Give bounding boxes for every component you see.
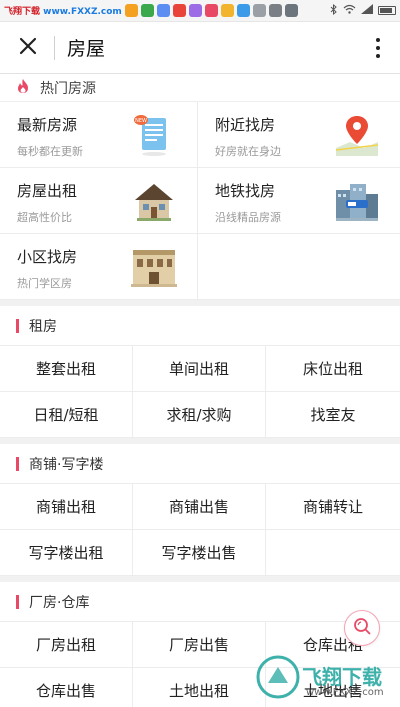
rent-whole[interactable]: 整套出租 [0, 346, 133, 392]
wifi-icon [343, 4, 356, 17]
app-icon [172, 4, 186, 17]
rent-section-title: 租房 [29, 318, 57, 335]
hot-listings-title: 热门房源 [40, 80, 96, 97]
app-icon [204, 4, 218, 17]
rent-grid: 整套出租 单间出租 床位出租 日租/短租 求租/求购 找室友 [0, 346, 400, 438]
accent-bar [16, 456, 19, 471]
flame-icon [16, 78, 30, 98]
subway-icon [332, 178, 382, 224]
hot-item-community[interactable]: 小区找房 热门学区房 [0, 234, 198, 300]
factory-sale[interactable]: 厂房出售 [133, 622, 266, 668]
brand-prefix: 飞翔下载 [4, 7, 41, 17]
shop-empty-cell [266, 530, 400, 576]
shop-section-title: 商铺·写字楼 [29, 456, 104, 473]
shop-rent[interactable]: 商铺出租 [0, 484, 133, 530]
rent-section-header: 租房 [0, 306, 400, 346]
hot-item-house-rental[interactable]: 房屋出租 超高性价比 [0, 168, 198, 234]
new-listing-icon: NEW [129, 112, 179, 158]
house-icon [129, 178, 179, 224]
app-icon [140, 4, 154, 17]
rent-room[interactable]: 单间出租 [133, 346, 266, 392]
app-icon [252, 4, 266, 17]
brand-url: www.FXXZ.com [43, 7, 122, 17]
hot-item-subway[interactable]: 地铁找房 沿线精品房源 [198, 168, 400, 234]
factory-grid: 厂房出租 厂房出售 仓库出租 仓库出售 土地出租 土地出售 [0, 622, 400, 707]
app-icon [268, 4, 282, 17]
page-title: 房屋 [67, 38, 106, 60]
search-icon [352, 616, 372, 640]
search-fab-button[interactable] [344, 610, 380, 646]
rent-short-term[interactable]: 日租/短租 [0, 392, 133, 438]
notification-app-icons [124, 4, 298, 17]
land-sale[interactable]: 土地出售 [266, 668, 400, 707]
app-icon [220, 4, 234, 17]
app-icon [188, 4, 202, 17]
signal-icon [361, 4, 373, 17]
land-rent[interactable]: 土地出租 [133, 668, 266, 707]
rent-bed[interactable]: 床位出租 [266, 346, 400, 392]
accent-bar [16, 594, 19, 609]
shop-sale[interactable]: 商铺出售 [133, 484, 266, 530]
shop-grid: 商铺出租 商铺出售 商铺转让 写字楼出租 写字楼出售 [0, 484, 400, 576]
app-icon [124, 4, 138, 17]
battery-icon [378, 6, 396, 15]
accent-bar [16, 318, 19, 333]
hot-item-empty [198, 234, 400, 300]
factory-section-header: 厂房·仓库 [0, 582, 400, 622]
app-icon [236, 4, 250, 17]
shop-section-header: 商铺·写字楼 [0, 444, 400, 484]
close-icon[interactable] [16, 36, 40, 60]
factory-section-title: 厂房·仓库 [29, 594, 90, 611]
app-icon [284, 4, 298, 17]
factory-rent[interactable]: 厂房出租 [0, 622, 133, 668]
svg-text:NEW: NEW [135, 118, 147, 124]
app-icon [156, 4, 170, 17]
hot-listings-header: 热门房源 [0, 74, 400, 102]
rent-roommate[interactable]: 找室友 [266, 392, 400, 438]
divider [54, 35, 55, 60]
status-icons [330, 3, 396, 18]
rent-wanted[interactable]: 求租/求购 [133, 392, 266, 438]
statusbar-brand: 飞翔下载 www.FXXZ.com [4, 4, 122, 17]
map-pin-icon [332, 112, 382, 158]
more-vertical-icon[interactable] [368, 37, 388, 58]
shop-transfer[interactable]: 商铺转让 [266, 484, 400, 530]
community-building-icon [129, 244, 179, 290]
hot-item-nearby[interactable]: 附近找房 好房就在身边 [198, 102, 400, 168]
warehouse-sale[interactable]: 仓库出售 [0, 668, 133, 707]
hot-listings-grid: 最新房源 每秒都在更新 NEW 附近找房 好房就在身边 房屋出租 超高性价比 地… [0, 102, 400, 300]
top-bar: 房屋 [0, 22, 400, 74]
hot-item-latest[interactable]: 最新房源 每秒都在更新 NEW [0, 102, 198, 168]
office-sale[interactable]: 写字楼出售 [133, 530, 266, 576]
bluetooth-icon [330, 3, 338, 18]
office-rent[interactable]: 写字楼出租 [0, 530, 133, 576]
status-bar: 飞翔下载 www.FXXZ.com [0, 0, 400, 22]
